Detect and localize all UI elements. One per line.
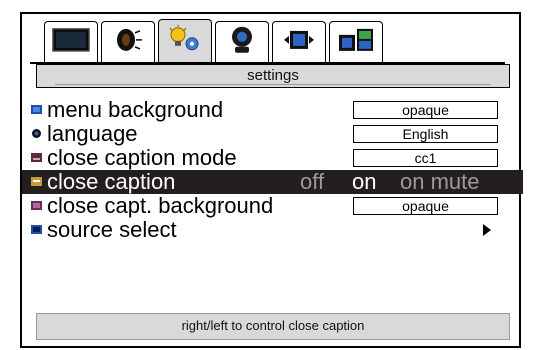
tab-settings[interactable] [158, 19, 212, 63]
tab-channel[interactable] [215, 21, 269, 63]
menu-item-label: language [47, 121, 138, 146]
menu-item-close-caption[interactable]: close caption off on on mute [22, 169, 523, 195]
menu-item-source-select[interactable]: source select [22, 217, 523, 242]
globe-icon [32, 129, 41, 138]
settings-lightbulb-icon [165, 23, 205, 58]
menu-item-close-capt-background[interactable]: close capt. background opaque [22, 193, 523, 218]
caption-mode-icon [31, 153, 42, 162]
menu-item-label: close caption mode [47, 145, 237, 170]
page-title: settings [247, 67, 299, 84]
menu-item-label: close caption [47, 169, 176, 194]
page-title-bar: settings [36, 64, 510, 88]
tab-picture[interactable] [44, 21, 98, 63]
menu-item-label: source select [47, 217, 177, 242]
speaker-icon [113, 26, 143, 57]
pip-icon [337, 26, 375, 57]
monitor-icon [52, 27, 90, 56]
menu-item-language[interactable]: language English [22, 121, 523, 146]
close-caption-mode-value[interactable]: cc1 [353, 149, 498, 167]
tab-sound[interactable] [101, 21, 155, 63]
menu-item-close-caption-mode[interactable]: close caption mode cc1 [22, 145, 523, 170]
title-underline [55, 84, 491, 85]
tab-pip[interactable] [329, 21, 383, 63]
close-capt-background-value[interactable]: opaque [353, 197, 498, 215]
menu-item-menu-background[interactable]: menu background opaque [22, 97, 523, 122]
tab-picture-position[interactable] [272, 21, 326, 63]
close-caption-icon [31, 177, 42, 186]
menu-item-label: menu background [47, 97, 224, 122]
close-caption-option-on[interactable]: on [352, 169, 376, 195]
satellite-dish-icon [227, 24, 257, 59]
menu-background-icon [31, 105, 42, 114]
menu-item-label: close capt. background [47, 193, 274, 218]
close-caption-option-on-mute[interactable]: on mute [400, 169, 480, 195]
source-select-icon [31, 225, 42, 234]
hint-bar: right/left to control close caption [36, 313, 510, 340]
settings-menu: settings menu background opaque language… [20, 12, 523, 348]
submenu-arrow-icon[interactable] [483, 224, 491, 236]
picture-position-icon [282, 27, 316, 56]
caption-background-icon [31, 201, 42, 210]
menu-background-value[interactable]: opaque [353, 101, 498, 119]
close-caption-option-off[interactable]: off [300, 169, 324, 195]
language-value[interactable]: English [353, 125, 498, 143]
